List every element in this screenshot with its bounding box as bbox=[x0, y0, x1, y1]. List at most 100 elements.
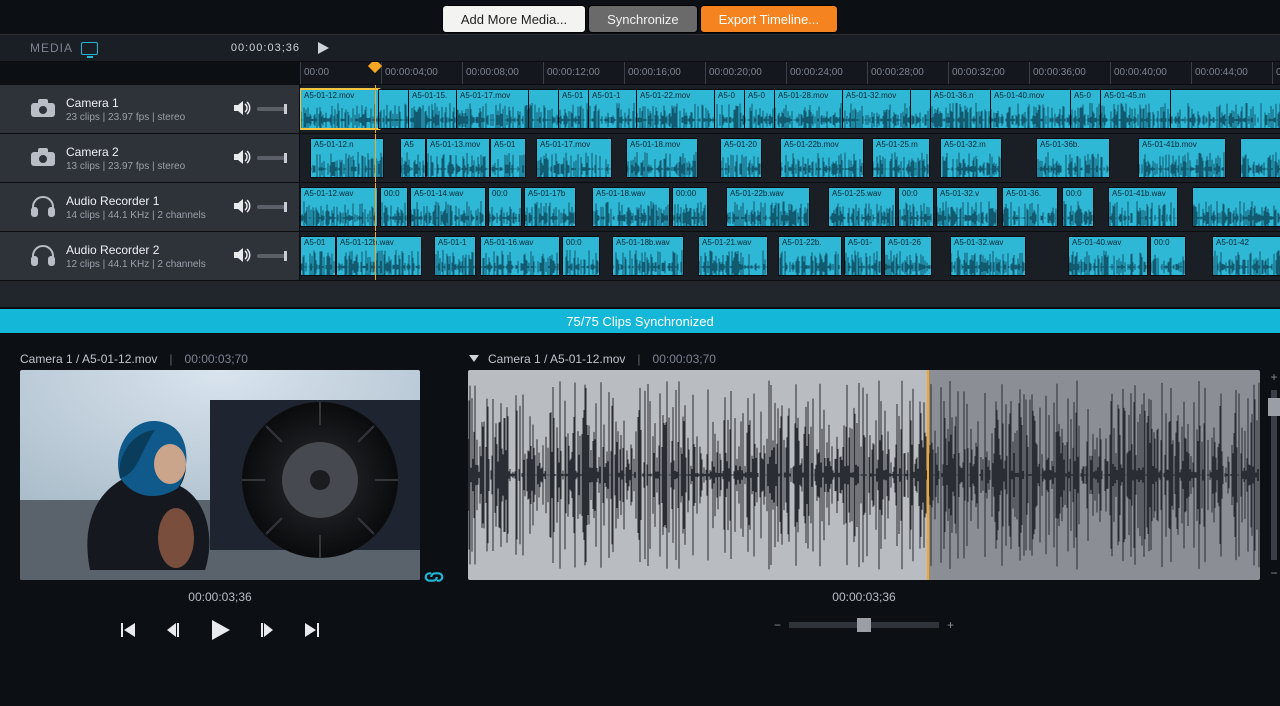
track-lane[interactable]: A5-01-12.movA5-01-15.A5-01-17.movA5-01A5… bbox=[300, 85, 1280, 133]
volume-slider[interactable] bbox=[257, 156, 287, 160]
step-back-button[interactable] bbox=[164, 621, 182, 642]
clip[interactable]: A5-01-45.m bbox=[1100, 89, 1172, 129]
clip[interactable]: A5-01-42 bbox=[1212, 236, 1280, 276]
clip[interactable]: A5-01-41b.wav bbox=[1108, 187, 1178, 227]
volume-icon[interactable] bbox=[233, 246, 251, 267]
zoom-out-icon[interactable]: − bbox=[774, 618, 781, 632]
clip[interactable]: A5-01-22b.mov bbox=[780, 138, 864, 178]
clip[interactable]: A5-01-32.m bbox=[940, 138, 1002, 178]
volume-icon[interactable] bbox=[233, 99, 251, 120]
horizontal-zoom-slider[interactable] bbox=[789, 622, 939, 628]
clip[interactable]: A5-01-18.mov bbox=[626, 138, 698, 178]
volume-slider[interactable] bbox=[257, 107, 287, 111]
monitor-icon[interactable] bbox=[81, 42, 98, 55]
clip[interactable]: 00:0 bbox=[1062, 187, 1094, 227]
clip[interactable]: A5-01- bbox=[844, 236, 882, 276]
clip[interactable]: A5-01-32.wav bbox=[950, 236, 1026, 276]
clip[interactable]: A5-01-36b. bbox=[1036, 138, 1110, 178]
clip[interactable]: A5-01-36. bbox=[1002, 187, 1058, 227]
volume-slider[interactable] bbox=[257, 205, 287, 209]
clip[interactable] bbox=[378, 89, 410, 129]
volume-icon[interactable] bbox=[233, 148, 251, 169]
clip[interactable]: A5-01-1 bbox=[434, 236, 476, 276]
track-header[interactable]: Audio Recorder 212 clips | 44.1 KHz | 2 … bbox=[0, 232, 300, 280]
export-timeline-button[interactable]: Export Timeline... bbox=[700, 5, 838, 33]
clip[interactable]: A5-01-12.wav bbox=[300, 187, 378, 227]
clip[interactable]: A5-0 bbox=[714, 89, 746, 129]
clip[interactable]: A5-01-41b.mov bbox=[1138, 138, 1226, 178]
zoom-in-icon[interactable]: + bbox=[1270, 370, 1277, 384]
clip[interactable]: A5-01-40.wav bbox=[1068, 236, 1148, 276]
timeline-ruler[interactable]: 00:0000:00:04;0000:00:08;0000:00:12;0000… bbox=[300, 62, 1280, 85]
step-fwd-button[interactable] bbox=[258, 621, 276, 642]
play-icon[interactable] bbox=[316, 41, 330, 55]
clip[interactable]: A5-01-25.m bbox=[872, 138, 930, 178]
clip[interactable]: 00:0 bbox=[380, 187, 408, 227]
clip[interactable]: A5-01-12b.wav bbox=[336, 236, 422, 276]
clip[interactable]: A5-01-22b. bbox=[778, 236, 842, 276]
clip[interactable] bbox=[1170, 89, 1280, 129]
track-header[interactable]: Camera 213 clips | 23.97 fps | stereo bbox=[0, 134, 300, 182]
clip[interactable]: A5-01-17.mov bbox=[456, 89, 530, 129]
zoom-out-icon[interactable]: − bbox=[1270, 566, 1277, 580]
clip[interactable] bbox=[1192, 187, 1280, 227]
track-lane[interactable]: A5-01-12.wav00:0A5-01-14.wav00:0A5-01-17… bbox=[300, 183, 1280, 231]
clip[interactable]: A5-0 bbox=[744, 89, 776, 129]
play-button[interactable] bbox=[208, 618, 232, 645]
clip[interactable]: A5-01 bbox=[300, 236, 336, 276]
waveform-display[interactable] bbox=[468, 370, 1260, 580]
track-lane[interactable]: A5-01A5-01-12b.wavA5-01-1A5-01-16.wav00:… bbox=[300, 232, 1280, 280]
clip[interactable]: A5-01-21.wav bbox=[698, 236, 768, 276]
clip[interactable]: 00:0 bbox=[488, 187, 522, 227]
link-icon[interactable] bbox=[423, 566, 445, 588]
clip[interactable]: A5-01-13.mov bbox=[426, 138, 490, 178]
clip[interactable]: A5-01-17b bbox=[524, 187, 576, 227]
clip[interactable]: A5 bbox=[400, 138, 426, 178]
waveform-playhead[interactable] bbox=[927, 370, 929, 580]
clip[interactable]: A5-01-36.n bbox=[930, 89, 992, 129]
clip[interactable]: A5-01-12.mov bbox=[300, 89, 380, 129]
clip[interactable]: A5-01-16.wav bbox=[480, 236, 560, 276]
clip[interactable]: A5-01-26 bbox=[884, 236, 932, 276]
collapse-icon[interactable] bbox=[468, 352, 480, 367]
clip[interactable] bbox=[910, 89, 932, 129]
clip[interactable]: A5-01-32.mov bbox=[842, 89, 912, 129]
add-media-button[interactable]: Add More Media... bbox=[442, 5, 586, 33]
video-preview[interactable] bbox=[20, 370, 420, 580]
clip[interactable]: A5-01-17.mov bbox=[536, 138, 612, 178]
clip[interactable]: A5-01-20 bbox=[720, 138, 762, 178]
clip[interactable]: A5-01-1 bbox=[588, 89, 638, 129]
clip[interactable]: A5-01 bbox=[558, 89, 590, 129]
vertical-zoom[interactable]: + − bbox=[1266, 370, 1280, 580]
clip[interactable]: A5-01-12.n bbox=[310, 138, 384, 178]
playhead-marker[interactable] bbox=[368, 62, 382, 73]
clip[interactable] bbox=[1240, 138, 1280, 178]
clip[interactable]: 00:0 bbox=[1150, 236, 1186, 276]
clip[interactable]: A5-01-22b.wav bbox=[726, 187, 810, 227]
clip[interactable]: A5-01-18b.wav bbox=[612, 236, 684, 276]
clip[interactable]: A5-01-28.mov bbox=[774, 89, 844, 129]
volume-icon[interactable] bbox=[233, 197, 251, 218]
skip-start-button[interactable] bbox=[120, 621, 138, 642]
clip[interactable] bbox=[528, 89, 560, 129]
clip[interactable]: A5-01-32.v bbox=[936, 187, 998, 227]
clip[interactable]: A5-01-40.mov bbox=[990, 89, 1072, 129]
clip[interactable]: 00:00 bbox=[672, 187, 708, 227]
clip[interactable]: A5-01-25.wav bbox=[828, 187, 896, 227]
clip[interactable]: A5-01-15. bbox=[408, 89, 458, 129]
zoom-in-icon[interactable]: + bbox=[947, 618, 954, 632]
clip[interactable]: A5-01-18.wav bbox=[592, 187, 670, 227]
skip-end-button[interactable] bbox=[302, 621, 320, 642]
clip[interactable]: A5-01-14.wav bbox=[410, 187, 486, 227]
track-header[interactable]: Camera 123 clips | 23.97 fps | stereo bbox=[0, 85, 300, 133]
vertical-zoom-slider[interactable] bbox=[1271, 390, 1277, 560]
clip[interactable]: 00:0 bbox=[562, 236, 600, 276]
clip[interactable]: A5-01 bbox=[490, 138, 526, 178]
synchronize-button[interactable]: Synchronize bbox=[588, 5, 698, 33]
track-header[interactable]: Audio Recorder 114 clips | 44.1 KHz | 2 … bbox=[0, 183, 300, 231]
clip[interactable]: A5-0 bbox=[1070, 89, 1102, 129]
track-lane[interactable]: A5-01-12.n A5A5-01-13.movA5-01 A5-01-17.mo… bbox=[300, 134, 1280, 182]
volume-slider[interactable] bbox=[257, 254, 287, 258]
clip[interactable]: A5-01-22.mov bbox=[636, 89, 716, 129]
clip[interactable]: 00:0 bbox=[898, 187, 934, 227]
